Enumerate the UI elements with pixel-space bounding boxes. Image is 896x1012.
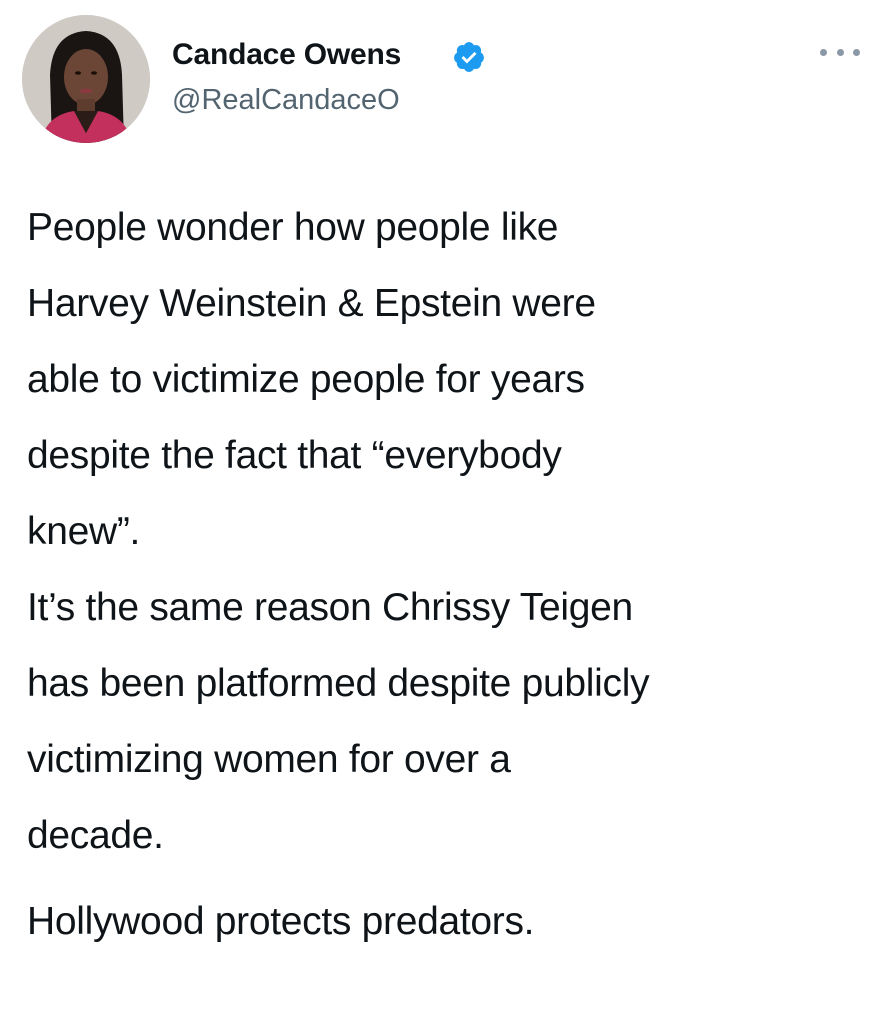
tweet-text-line: knew”. [27, 510, 141, 553]
avatar-image [22, 15, 150, 143]
tweet-text-line: decade. [27, 814, 164, 857]
avatar[interactable] [22, 15, 150, 143]
tweet-text-line: People wonder how people like [27, 206, 559, 249]
tweet-card: Candace Owens @RealCandaceO People wonde… [0, 0, 896, 1012]
tweet-text-line: Harvey Weinstein & Epstein were [27, 282, 596, 325]
menu-dot [820, 48, 827, 56]
more-horizontal-icon[interactable] [820, 40, 860, 64]
tweet-text: People wonder how people like Harvey Wei… [27, 190, 877, 960]
tweet-text-line: victimizing women for over a [27, 738, 511, 781]
author-name[interactable]: Candace Owens [172, 38, 401, 72]
author-handle[interactable]: @RealCandaceO [172, 84, 400, 117]
tweet-text-line: It’s the same reason Chrissy Teigen [27, 586, 633, 629]
tweet-text-line: has been platformed despite publicly [27, 662, 650, 705]
menu-dot [836, 48, 844, 56]
tweet-text-line: able to victimize people for years [27, 358, 585, 401]
tweet-text-line: Hollywood protects predators. [27, 900, 535, 943]
verified-badge-icon [454, 42, 484, 72]
menu-dot [853, 48, 860, 56]
tweet-text-line: despite the fact that “everybody [27, 434, 562, 477]
